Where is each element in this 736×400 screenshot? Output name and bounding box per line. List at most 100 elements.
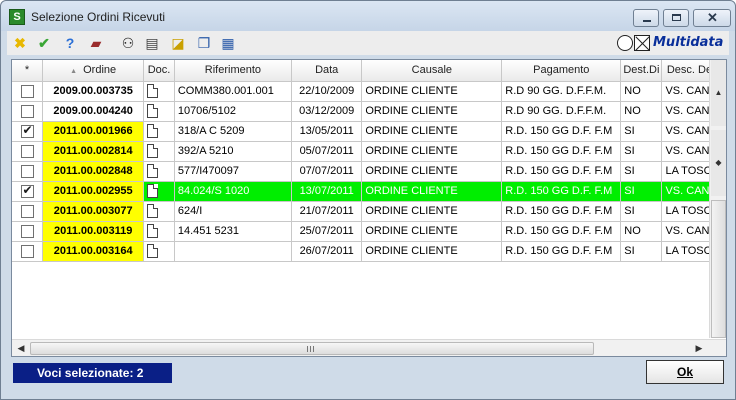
col-header-causale[interactable]: Causale [361, 60, 503, 82]
row-select-cell[interactable] [12, 201, 44, 222]
row-select-cell[interactable] [12, 141, 44, 162]
binoculars-icon[interactable]: ⚇ [119, 34, 137, 52]
riferimento-cell: 10706/5102 [174, 101, 293, 122]
doc-cell[interactable] [143, 81, 175, 102]
row-checkbox[interactable] [20, 123, 34, 138]
row-select-cell[interactable] [12, 241, 44, 262]
close-icon: ✕ [707, 10, 718, 25]
vertical-scrollbar[interactable]: ▲ ◆ [709, 60, 726, 338]
row-select-cell[interactable] [12, 221, 44, 242]
row-checkbox[interactable] [20, 84, 34, 98]
doc-cell[interactable] [143, 141, 175, 162]
scroll-right-icon[interactable]: ▶ [692, 342, 706, 355]
close-button[interactable]: ✕ [693, 9, 731, 27]
document-icon[interactable] [147, 124, 159, 138]
title-bar[interactable]: S Selezione Ordini Ricevuti ✕ [1, 1, 735, 31]
ordine-cell: 2009.00.004240 [42, 101, 145, 122]
table-row[interactable]: 2011.00.002955 84.024/S 102013/07/2011ORD… [12, 181, 726, 202]
maximize-button[interactable] [663, 9, 689, 27]
horizontal-scrollbar[interactable]: ◀ ▶ [12, 339, 726, 356]
col-header-ordine[interactable]: ▲ Ordine [42, 60, 145, 82]
data-cell: 13/05/2011 [291, 121, 363, 142]
table-row[interactable]: 2011.00.002814 392/A 5210 05/07/2011 ORDINE… [12, 141, 726, 162]
document-icon[interactable] [147, 184, 159, 198]
table-row[interactable]: 2009.00.004240 10706/5102 03/12/2009 ORDINE… [12, 101, 726, 122]
row-checkbox[interactable] [20, 244, 34, 258]
scroll-up-icon[interactable]: ▲ [711, 60, 726, 126]
ordine-cell: 2011.00.003119 [42, 221, 145, 242]
dest-cell: NO [620, 221, 663, 242]
row-checkbox[interactable] [20, 164, 34, 178]
dialog-window: S Selezione Ordini Ricevuti ✕ ✖ ✔ ? ▰ ⚇ … [0, 0, 736, 400]
sort-asc-icon: ▲ [70, 68, 78, 76]
causale-cell: ORDINE CLIENTE [361, 81, 503, 102]
causale-cell: ORDINE CLIENTE [361, 181, 503, 202]
document-icon[interactable] [147, 244, 159, 258]
document-icon[interactable] [147, 224, 159, 238]
doc-cell[interactable] [143, 181, 175, 202]
doc-cell[interactable] [143, 241, 175, 262]
ordine-cell: 2011.00.002955 [42, 181, 145, 202]
crossed-box-logo-icon [634, 35, 650, 51]
data-cell: 22/10/2009 [291, 81, 363, 102]
document-icon[interactable] [147, 84, 159, 98]
row-select-cell[interactable] [12, 81, 44, 102]
row-checkbox[interactable] [20, 144, 34, 158]
ok-button[interactable]: Ok [646, 360, 724, 384]
check-icon[interactable]: ✔ [35, 34, 53, 52]
scroll-left-icon[interactable]: ◀ [14, 342, 28, 355]
ordine-cell: 2009.00.003735 [42, 81, 145, 102]
table-row[interactable]: 2011.00.001966 318/A C 520913/05/2011ORDI… [12, 121, 726, 142]
row-checkbox[interactable] [20, 104, 34, 118]
cross-icon[interactable]: ✖ [11, 34, 29, 52]
table-row[interactable]: 2011.00.002848 577/I470097 07/07/2011 ORDIN… [12, 161, 726, 182]
maximize-icon [672, 14, 681, 21]
doc-cell[interactable] [143, 161, 175, 182]
dest-cell: SI [620, 121, 663, 142]
dest-cell: NO [620, 101, 663, 122]
document-icon[interactable] [147, 104, 159, 118]
vertical-scroll-thumb[interactable] [711, 200, 726, 338]
col-header-riferimento[interactable]: Riferimento [174, 60, 293, 82]
pagamento-cell: R.D 90 GG. D.F.F.M. [501, 101, 622, 122]
row-checkbox[interactable] [20, 204, 34, 218]
doc-cell[interactable] [143, 121, 175, 142]
row-select-cell[interactable] [12, 121, 44, 142]
doc-cell[interactable] [143, 201, 175, 222]
dest-cell: SI [620, 181, 663, 202]
col-header-data[interactable]: Data [291, 60, 363, 82]
document-icon[interactable] [147, 164, 159, 178]
table-row[interactable]: 2009.00.003735 COMM380.001.001 22/10/2009 O… [12, 81, 726, 102]
horizontal-scroll-thumb[interactable] [30, 342, 594, 355]
row-checkbox[interactable] [20, 183, 34, 198]
causale-cell: ORDINE CLIENTE [361, 121, 503, 142]
help-icon[interactable]: ? [61, 34, 79, 52]
windows-icon[interactable]: ❐ [195, 34, 213, 52]
row-select-cell[interactable] [12, 101, 44, 122]
orders-table: * ▲ Ordine Doc. Riferimento Data Causale … [12, 60, 726, 262]
col-header-pagamento[interactable]: Pagamento [501, 60, 622, 82]
table-row[interactable]: 2011.00.003077 624/I 21/07/2011 ORDINE CLIE… [12, 201, 726, 222]
col-header-dest[interactable]: Dest.Di [620, 60, 663, 82]
dest-cell: SI [620, 161, 663, 182]
col-header-doc[interactable]: Doc. [143, 60, 175, 82]
table-row[interactable]: 2011.00.003164 26/07/2011 ORDINE CLIENTE R.… [12, 241, 726, 262]
scroll-middle-icon[interactable]: ◆ [711, 130, 726, 196]
document-icon[interactable] [147, 144, 159, 158]
minimize-button[interactable] [633, 9, 659, 27]
row-select-cell[interactable] [12, 181, 44, 202]
print-preview-icon[interactable]: ▤ [143, 34, 161, 52]
document-icon[interactable] [147, 204, 159, 218]
edit-icon[interactable]: ◪ [169, 34, 187, 52]
doc-cell[interactable] [143, 221, 175, 242]
ordine-cell: 2011.00.003164 [42, 241, 145, 262]
row-select-cell[interactable] [12, 161, 44, 182]
book-icon[interactable]: ▰ [87, 34, 105, 52]
causale-cell: ORDINE CLIENTE [361, 221, 503, 242]
col-header-select[interactable]: * [12, 60, 44, 82]
row-checkbox[interactable] [20, 224, 34, 238]
selected-count-label: Voci selezionate: 2 [13, 363, 172, 383]
table-row[interactable]: 2011.00.003119 14.451 5231 25/07/2011 ORDIN… [12, 221, 726, 242]
doc-cell[interactable] [143, 101, 175, 122]
properties-icon[interactable]: ▦ [219, 34, 237, 52]
